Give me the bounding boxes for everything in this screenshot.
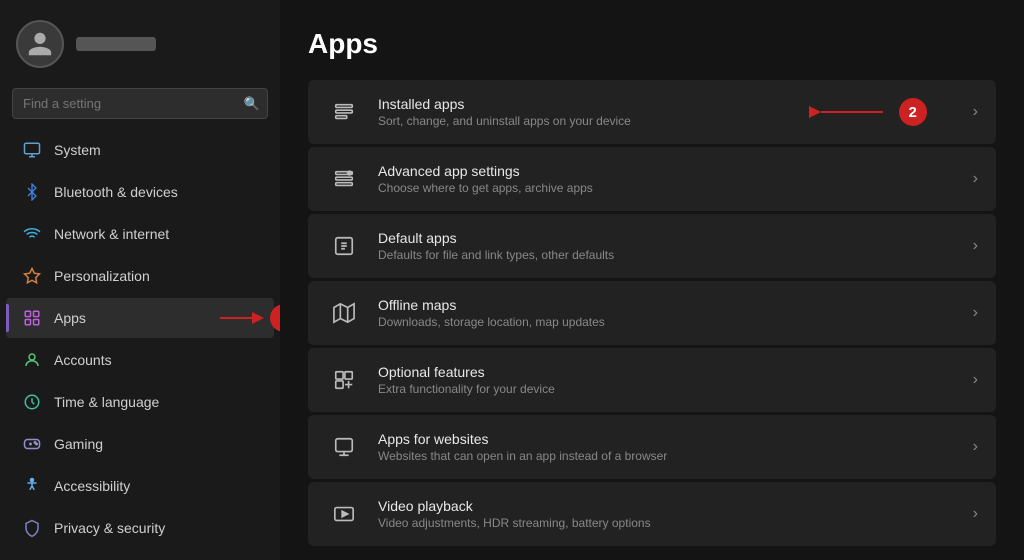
sidebar-item-accounts[interactable]: Accounts: [6, 340, 274, 380]
sidebar-item-time[interactable]: Time & language: [6, 382, 274, 422]
apps-icon: [22, 308, 42, 328]
advanced-app-settings-icon: [326, 161, 362, 197]
sidebar-item-accessibility-label: Accessibility: [54, 478, 130, 494]
nav-item-privacy-wrapper: Privacy & security: [0, 507, 280, 549]
time-icon: [22, 392, 42, 412]
advanced-app-settings-text: Advanced app settings Choose where to ge…: [378, 163, 957, 195]
badge-2: 2: [899, 98, 927, 126]
privacy-icon: [22, 518, 42, 538]
sidebar-item-bluetooth[interactable]: Bluetooth & devices: [6, 172, 274, 212]
search-input[interactable]: [12, 88, 268, 119]
accounts-icon: [22, 350, 42, 370]
offline-maps-icon: [326, 295, 362, 331]
sidebar-item-system-label: System: [54, 142, 101, 158]
installed-apps-title: Installed apps: [378, 96, 797, 112]
sidebar-item-accessibility[interactable]: Accessibility: [6, 466, 274, 506]
system-icon: [22, 140, 42, 160]
settings-list: Installed apps Sort, change, and uninsta…: [308, 80, 996, 546]
sidebar-item-system[interactable]: System: [6, 130, 274, 170]
settings-item-video-playback[interactable]: Video playback Video adjustments, HDR st…: [308, 482, 996, 546]
sidebar-item-time-label: Time & language: [54, 394, 159, 410]
optional-features-title: Optional features: [378, 364, 957, 380]
video-playback-text: Video playback Video adjustments, HDR st…: [378, 498, 957, 530]
advanced-app-settings-title: Advanced app settings: [378, 163, 957, 179]
search-box[interactable]: 🔍: [12, 88, 268, 119]
video-playback-subtitle: Video adjustments, HDR streaming, batter…: [378, 516, 957, 530]
nav-item-system-wrapper: System: [0, 129, 280, 171]
advanced-app-settings-chevron: ›: [973, 170, 978, 188]
nav-item-apps-wrapper: Apps 1: [0, 297, 280, 339]
settings-item-optional-features[interactable]: Optional features Extra functionality fo…: [308, 348, 996, 412]
settings-item-offline-maps[interactable]: Offline maps Downloads, storage location…: [308, 281, 996, 345]
installed-apps-icon: [326, 94, 362, 130]
nav-item-time-wrapper: Time & language: [0, 381, 280, 423]
settings-item-apps-for-websites[interactable]: Apps for websites Websites that can open…: [308, 415, 996, 479]
sidebar-item-accounts-label: Accounts: [54, 352, 112, 368]
network-icon: [22, 224, 42, 244]
gaming-icon: [22, 434, 42, 454]
nav-item-bluetooth-wrapper: Bluetooth & devices: [0, 171, 280, 213]
sidebar-item-personalization[interactable]: Personalization: [6, 256, 274, 296]
nav-item-update-wrapper: Windows Update: [0, 549, 280, 560]
nav-item-personalization-wrapper: Personalization: [0, 255, 280, 297]
annotation-1-container: 1: [220, 304, 280, 332]
arrow-2-svg: [813, 102, 893, 122]
installed-apps-subtitle: Sort, change, and uninstall apps on your…: [378, 114, 797, 128]
sidebar: 🔍 System Bluetooth & devices Network & i…: [0, 0, 280, 560]
sidebar-item-network-label: Network & internet: [54, 226, 169, 242]
page-title: Apps: [308, 28, 996, 60]
default-apps-icon: [326, 228, 362, 264]
sidebar-item-personalization-label: Personalization: [54, 268, 150, 284]
apps-for-websites-chevron: ›: [973, 438, 978, 456]
username-bar: [76, 37, 156, 51]
installed-apps-text: Installed apps Sort, change, and uninsta…: [378, 96, 797, 128]
settings-item-advanced-app-settings[interactable]: Advanced app settings Choose where to ge…: [308, 147, 996, 211]
user-section: [0, 10, 280, 84]
offline-maps-title: Offline maps: [378, 297, 957, 313]
sidebar-item-gaming-label: Gaming: [54, 436, 103, 452]
default-apps-text: Default apps Defaults for file and link …: [378, 230, 957, 262]
offline-maps-chevron: ›: [973, 304, 978, 322]
video-playback-title: Video playback: [378, 498, 957, 514]
apps-for-websites-title: Apps for websites: [378, 431, 957, 447]
avatar: [16, 20, 64, 68]
sidebar-item-privacy-label: Privacy & security: [54, 520, 165, 536]
optional-features-subtitle: Extra functionality for your device: [378, 382, 957, 396]
nav-item-accounts-wrapper: Accounts: [0, 339, 280, 381]
sidebar-item-gaming[interactable]: Gaming: [6, 424, 274, 464]
nav-item-network-wrapper: Network & internet: [0, 213, 280, 255]
annotation-2-area: 2: [813, 98, 927, 126]
arrow-1-svg: [220, 308, 270, 328]
sidebar-item-bluetooth-label: Bluetooth & devices: [54, 184, 178, 200]
optional-features-chevron: ›: [973, 371, 978, 389]
sidebar-item-apps-label: Apps: [54, 310, 86, 326]
sidebar-item-privacy[interactable]: Privacy & security: [6, 508, 274, 548]
sidebar-item-network[interactable]: Network & internet: [6, 214, 274, 254]
video-playback-icon: [326, 496, 362, 532]
apps-for-websites-icon: [326, 429, 362, 465]
installed-apps-chevron: ›: [973, 103, 978, 121]
settings-item-default-apps[interactable]: Default apps Defaults for file and link …: [308, 214, 996, 278]
search-icon: 🔍: [244, 96, 260, 112]
badge-1: 1: [270, 304, 280, 332]
optional-features-text: Optional features Extra functionality fo…: [378, 364, 957, 396]
main-content: Apps Installed apps Sort, change, and un…: [280, 0, 1024, 560]
default-apps-chevron: ›: [973, 237, 978, 255]
accessibility-icon: [22, 476, 42, 496]
settings-item-installed-apps[interactable]: Installed apps Sort, change, and uninsta…: [308, 80, 996, 144]
advanced-app-settings-subtitle: Choose where to get apps, archive apps: [378, 181, 957, 195]
nav-item-accessibility-wrapper: Accessibility: [0, 465, 280, 507]
offline-maps-text: Offline maps Downloads, storage location…: [378, 297, 957, 329]
video-playback-chevron: ›: [973, 505, 978, 523]
personalization-icon: [22, 266, 42, 286]
bluetooth-icon: [22, 182, 42, 202]
apps-for-websites-text: Apps for websites Websites that can open…: [378, 431, 957, 463]
sidebar-item-update[interactable]: Windows Update: [6, 550, 274, 560]
offline-maps-subtitle: Downloads, storage location, map updates: [378, 315, 957, 329]
default-apps-title: Default apps: [378, 230, 957, 246]
optional-features-icon: [326, 362, 362, 398]
nav-item-gaming-wrapper: Gaming: [0, 423, 280, 465]
default-apps-subtitle: Defaults for file and link types, other …: [378, 248, 957, 262]
apps-for-websites-subtitle: Websites that can open in an app instead…: [378, 449, 957, 463]
